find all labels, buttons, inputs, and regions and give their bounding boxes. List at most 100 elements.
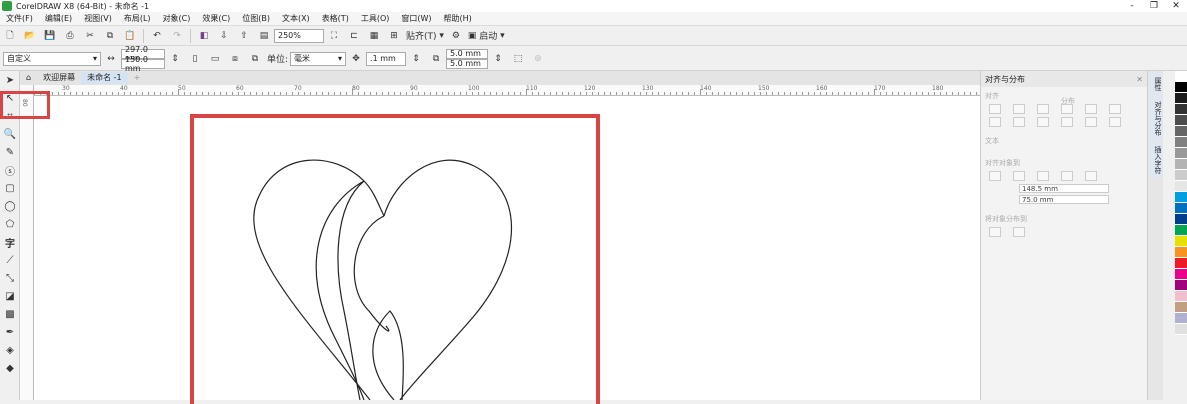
cut-icon[interactable]: ✂ xyxy=(82,28,98,44)
menu-window[interactable]: 窗口(W) xyxy=(395,13,437,24)
color-swatch[interactable] xyxy=(1175,104,1187,115)
color-swatch[interactable] xyxy=(1175,291,1187,302)
color-swatch[interactable] xyxy=(1175,258,1187,269)
tab-home-icon[interactable]: ⌂ xyxy=(20,72,37,84)
launch-dropdown[interactable]: ▣ 启动 ▾ xyxy=(468,28,505,44)
spinner-icon[interactable]: ⇕ xyxy=(167,51,183,67)
page-edge-icon[interactable] xyxy=(1013,171,1025,181)
color-swatch[interactable] xyxy=(1175,269,1187,280)
close-button[interactable]: ✕ xyxy=(1165,0,1187,12)
active-objects-icon[interactable] xyxy=(989,171,1001,181)
freehand-tool-icon[interactable]: ✎ xyxy=(0,143,20,161)
spinner-icon[interactable]: ⇕ xyxy=(408,51,424,67)
y-coordinate-field[interactable]: 75.0 mm xyxy=(1019,195,1109,204)
export-icon[interactable]: ⇧ xyxy=(236,28,252,44)
color-swatch[interactable] xyxy=(1175,313,1187,324)
new-document-icon[interactable]: 🗋 xyxy=(2,28,18,44)
menu-effects[interactable]: 效果(C) xyxy=(196,13,236,24)
menu-bitmaps[interactable]: 位图(B) xyxy=(236,13,276,24)
align-bottom-icon[interactable] xyxy=(1037,117,1049,127)
export-pdf-icon[interactable]: ▤ xyxy=(256,28,272,44)
color-swatch[interactable] xyxy=(1175,302,1187,313)
interactive-fill-tool-icon[interactable]: ◈ xyxy=(0,341,20,359)
restore-button[interactable]: ❐ xyxy=(1143,0,1165,12)
distribute-page-icon[interactable] xyxy=(1013,227,1025,237)
parallel-dimension-tool-icon[interactable]: ⟋ xyxy=(0,251,20,269)
print-icon[interactable]: ⎙ xyxy=(62,28,78,44)
color-swatch[interactable] xyxy=(1175,115,1187,126)
distribute-center-icon[interactable] xyxy=(1085,104,1097,114)
color-swatch[interactable] xyxy=(1175,71,1187,82)
show-rulers-icon[interactable]: ⊏ xyxy=(346,28,362,44)
color-swatch[interactable] xyxy=(1175,225,1187,236)
align-top-icon[interactable] xyxy=(989,117,1001,127)
vertical-ruler[interactable]: 80 xyxy=(20,85,34,400)
menu-help[interactable]: 帮助(H) xyxy=(438,13,478,24)
save-icon[interactable]: 💾 xyxy=(42,28,58,44)
align-right-icon[interactable] xyxy=(1037,104,1049,114)
spinner-icon[interactable]: ⇕ xyxy=(490,51,506,67)
landscape-icon[interactable]: ▭ xyxy=(207,51,223,67)
color-swatch[interactable] xyxy=(1175,247,1187,258)
drop-shadow-tool-icon[interactable]: ◪ xyxy=(0,287,20,305)
current-page-icon[interactable]: ⧉ xyxy=(247,51,263,67)
zoom-tool-icon[interactable]: 🔍 xyxy=(0,125,20,143)
grid-icon[interactable] xyxy=(1061,171,1073,181)
color-swatch[interactable] xyxy=(1175,192,1187,203)
search-content-icon[interactable]: ◧ xyxy=(196,28,212,44)
quick-customize-icon[interactable]: ⊚ xyxy=(530,51,546,67)
snap-to-dropdown[interactable]: 贴齐(T) ▾ xyxy=(406,28,444,44)
open-folder-icon[interactable]: 📂 xyxy=(22,28,38,44)
menu-view[interactable]: 视图(V) xyxy=(78,13,118,24)
color-swatch[interactable] xyxy=(1175,137,1187,148)
menu-object[interactable]: 对象(C) xyxy=(157,13,197,24)
redo-icon[interactable]: ↷ xyxy=(169,28,185,44)
side-tab-insert-character[interactable]: 插入字符 xyxy=(1149,142,1163,178)
distribute-right-icon[interactable] xyxy=(1109,104,1121,114)
show-grid-icon[interactable]: ▦ xyxy=(366,28,382,44)
tab-untitled-1[interactable]: 未命名 -1 xyxy=(81,72,128,84)
ellipse-tool-icon[interactable]: ◯ xyxy=(0,197,20,215)
distribute-middle-icon[interactable] xyxy=(1085,117,1097,127)
x-coordinate-field[interactable]: 148.5 mm xyxy=(1019,184,1109,193)
align-center-h-icon[interactable] xyxy=(1013,104,1025,114)
treat-as-filled-icon[interactable]: ⬚ xyxy=(510,51,526,67)
distribute-selection-icon[interactable] xyxy=(989,227,1001,237)
menu-edit[interactable]: 编辑(E) xyxy=(39,13,78,24)
side-tab-properties[interactable]: 属性 xyxy=(1149,73,1163,95)
tab-welcome-screen[interactable]: 欢迎屏幕 xyxy=(37,72,81,84)
smart-fill-tool-icon[interactable]: ◆ xyxy=(0,359,20,377)
portrait-icon[interactable]: ▯ xyxy=(187,51,203,67)
menu-layout[interactable]: 布局(L) xyxy=(118,13,157,24)
transparency-tool-icon[interactable]: ▩ xyxy=(0,305,20,323)
color-swatch[interactable] xyxy=(1175,170,1187,181)
eyedropper-tool-icon[interactable]: ✒ xyxy=(0,323,20,341)
color-swatch[interactable] xyxy=(1175,280,1187,291)
copy-icon[interactable]: ⧉ xyxy=(102,28,118,44)
menu-table[interactable]: 表格(T) xyxy=(316,13,355,24)
menu-file[interactable]: 文件(F) xyxy=(0,13,39,24)
import-icon[interactable]: ⇩ xyxy=(216,28,232,44)
side-tab-align-distribute[interactable]: 对齐与分布 xyxy=(1149,97,1163,140)
undo-icon[interactable]: ↶ xyxy=(149,28,165,44)
color-swatch[interactable] xyxy=(1175,148,1187,159)
page-center-icon[interactable] xyxy=(1037,171,1049,181)
color-swatch[interactable] xyxy=(1175,214,1187,225)
horizontal-ruler[interactable]: 30 40 50 60 70 80 90 100 110 120 130 140 150 160 170 18… xyxy=(34,85,980,96)
docker-close-icon[interactable]: ✕ xyxy=(1136,75,1143,84)
minimize-button[interactable]: ‑ xyxy=(1121,0,1143,12)
menu-text[interactable]: 文本(X) xyxy=(276,13,316,24)
menu-tools[interactable]: 工具(O) xyxy=(355,13,396,24)
zoom-level-field[interactable]: 250% xyxy=(274,28,324,43)
tab-add-icon[interactable]: + xyxy=(128,72,147,84)
distribute-top-icon[interactable] xyxy=(1061,117,1073,127)
text-tool-icon[interactable]: 字 xyxy=(0,233,20,251)
duplicate-y-field[interactable]: 5.0 mm xyxy=(446,58,489,69)
duplicate-x-field[interactable]: 5.0 mm xyxy=(446,48,489,59)
color-swatch[interactable] xyxy=(1175,203,1187,214)
show-guidelines-icon[interactable]: ⊞ xyxy=(386,28,402,44)
options-gear-icon[interactable]: ⚙ xyxy=(448,28,464,44)
page-size-preset-select[interactable]: 自定义 ▾ xyxy=(3,51,101,66)
pick-tool-icon[interactable]: ➤ xyxy=(0,71,20,89)
page-height-field[interactable]: 150.0 mm xyxy=(121,55,165,73)
